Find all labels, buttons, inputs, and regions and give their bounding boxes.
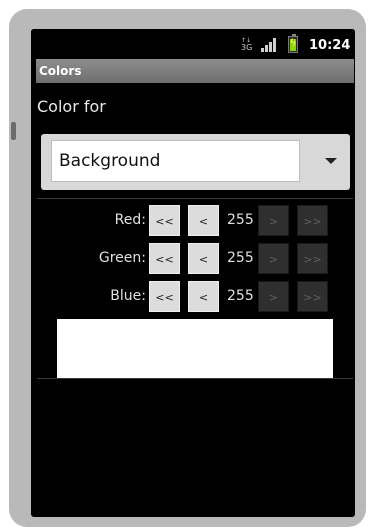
red-value: 255 [227, 212, 254, 228]
color-for-label: Color for [37, 97, 106, 116]
blue-decrease-button[interactable]: < [188, 281, 219, 312]
green-big-decrease-button[interactable]: << [149, 243, 180, 274]
red-big-decrease-button[interactable]: << [149, 205, 180, 236]
dropdown-arrow-icon[interactable] [325, 158, 337, 164]
divider-top [37, 198, 353, 199]
green-channel-row: Green: << < 255 > >> [31, 243, 355, 274]
battery-charging-icon: ϟ [288, 34, 298, 53]
spinner-selected-value[interactable]: Background [51, 140, 300, 182]
status-clock: 10:24 [309, 38, 351, 53]
red-big-increase-button[interactable]: >> [297, 205, 328, 236]
blue-big-increase-button[interactable]: >> [297, 281, 328, 312]
blue-channel-row: Blue: << < 255 > >> [31, 281, 355, 312]
blue-label: Blue: [110, 288, 146, 304]
3g-data-icon: ↑↓ 3G [241, 37, 253, 52]
red-decrease-button[interactable]: < [188, 205, 219, 236]
app-title-bar: Colors [36, 59, 354, 83]
blue-increase-button[interactable]: > [258, 281, 289, 312]
green-value: 255 [227, 250, 254, 266]
blue-value: 255 [227, 288, 254, 304]
green-big-increase-button[interactable]: >> [297, 243, 328, 274]
green-decrease-button[interactable]: < [188, 243, 219, 274]
side-button [11, 122, 16, 140]
status-bar: ↑↓ 3G ϟ 10:24 [31, 29, 355, 59]
red-label: Red: [114, 212, 146, 228]
phone-screen: ↑↓ 3G ϟ 10:24 Colors Color for Backgroun… [31, 29, 355, 517]
color-preview [57, 319, 333, 378]
blue-big-decrease-button[interactable]: << [149, 281, 180, 312]
signal-bars-icon [261, 38, 279, 52]
divider-bottom [37, 378, 353, 379]
red-increase-button[interactable]: > [258, 205, 289, 236]
red-channel-row: Red: << < 255 > >> [31, 205, 355, 236]
green-label: Green: [98, 250, 146, 266]
color-target-spinner[interactable]: Background [41, 134, 350, 190]
green-increase-button[interactable]: > [258, 243, 289, 274]
